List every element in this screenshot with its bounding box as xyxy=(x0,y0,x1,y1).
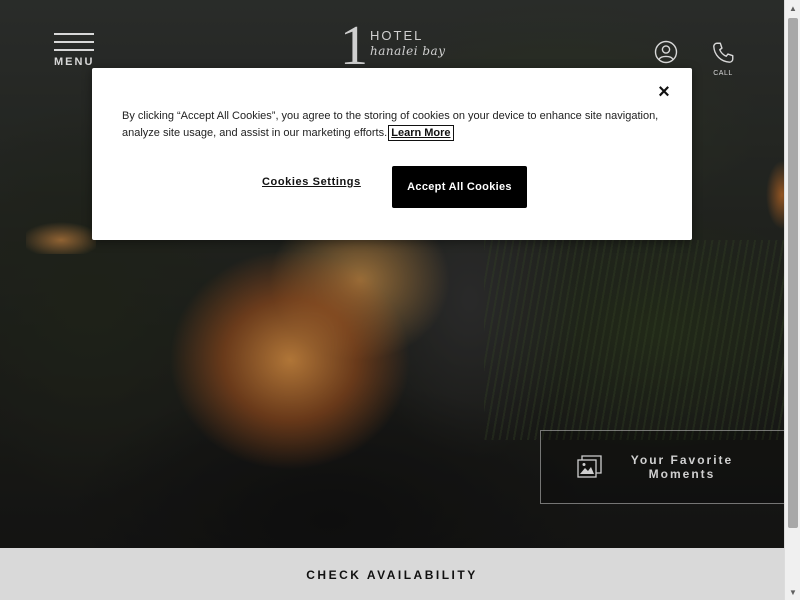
menu-button[interactable]: MENU xyxy=(54,31,94,71)
hamburger-icon-bar xyxy=(54,33,94,35)
favorite-moments-label: Your Favorite Moments xyxy=(630,453,734,481)
logo-script-text: hanalei bay xyxy=(370,44,446,58)
check-availability-button[interactable]: CHECK AVAILABILITY xyxy=(0,548,784,600)
scroll-down-icon[interactable]: ▼ xyxy=(785,584,800,600)
favorite-moments-button[interactable]: Your Favorite Moments xyxy=(540,430,784,504)
scroll-up-icon[interactable]: ▲ xyxy=(785,0,800,16)
cookies-settings-button[interactable]: Cookies Settings xyxy=(262,176,361,188)
accept-all-cookies-button[interactable]: Accept All Cookies xyxy=(392,166,527,208)
hotel-logo[interactable]: 1 HOTEL hanalei bay xyxy=(336,18,466,74)
call-button[interactable]: CALL xyxy=(708,40,738,80)
cookie-consent-dialog: × By clicking “Accept All Cookies”, you … xyxy=(92,68,692,240)
menu-label: MENU xyxy=(54,56,95,68)
learn-more-link[interactable]: Learn More xyxy=(388,125,454,141)
check-availability-label: CHECK AVAILABILITY xyxy=(306,568,478,582)
hamburger-icon-bar xyxy=(54,49,94,51)
user-circle-icon[interactable] xyxy=(654,40,678,64)
logo-number: 1 xyxy=(340,15,368,77)
cookie-consent-text: By clicking “Accept All Cookies”, you ag… xyxy=(122,108,662,142)
call-label: CALL xyxy=(713,70,733,77)
scrollbar-thumb[interactable] xyxy=(788,18,798,528)
logo-hotel-text: HOTEL xyxy=(370,28,424,43)
close-icon[interactable]: × xyxy=(654,82,674,102)
hamburger-icon-bar xyxy=(54,41,94,43)
phone-icon xyxy=(713,42,734,63)
image-gallery-icon xyxy=(577,455,603,479)
page-scrollbar[interactable]: ▲ ▼ xyxy=(784,0,800,600)
